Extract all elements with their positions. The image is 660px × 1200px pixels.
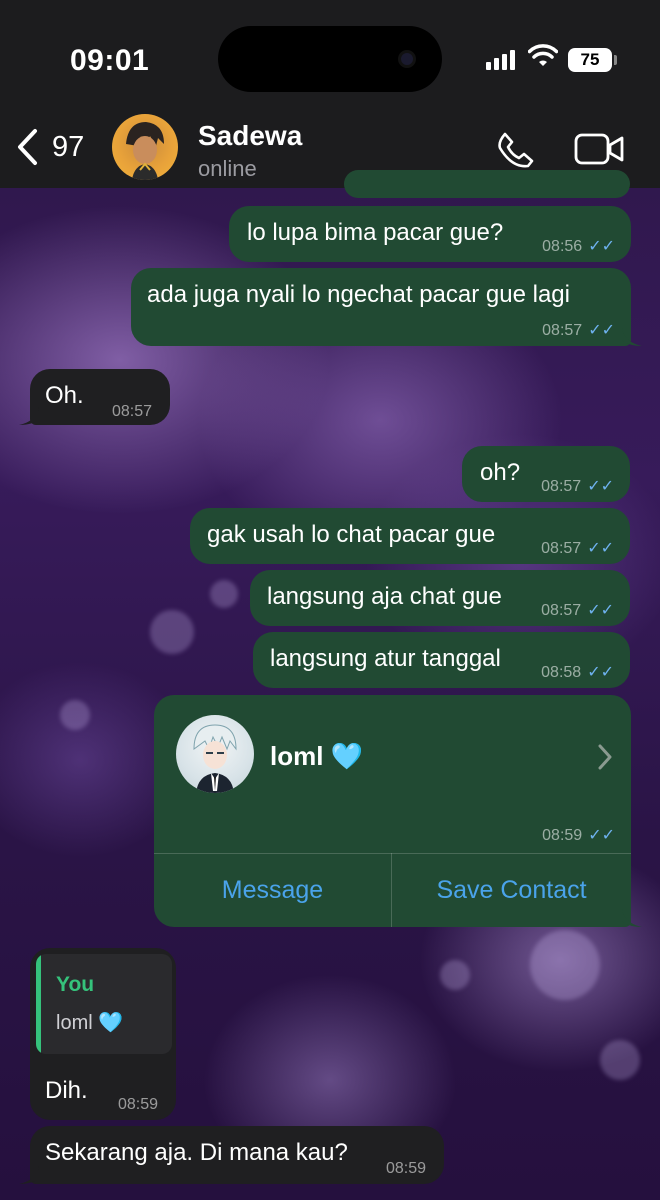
message-bubble[interactable]: gak usah lo chat pacar gue 08:57 ✓✓ xyxy=(190,508,630,564)
message-text: ada juga nyali lo ngechat pacar gue lagi xyxy=(147,281,570,308)
message-meta: 08:57 ✓✓ xyxy=(541,534,614,564)
message-bubble[interactable]: You loml 🩵 Dih. 08:59 xyxy=(30,948,176,1120)
bg-orb xyxy=(210,580,238,608)
camera-icon xyxy=(398,50,416,68)
contact-name[interactable]: Sadewa xyxy=(198,120,302,152)
message-time: 08:59 xyxy=(385,1160,426,1177)
reply-text: loml 🩵 xyxy=(56,1012,124,1034)
message-time: 08:57 xyxy=(541,478,582,495)
battery-tip xyxy=(614,55,617,65)
unread-count: 97 xyxy=(52,130,85,163)
read-ticks-icon: ✓✓ xyxy=(587,664,614,681)
message-meta: 08:59 xyxy=(386,1154,426,1184)
message-bubble[interactable] xyxy=(344,170,630,198)
message-time: 08:57 xyxy=(541,602,582,619)
read-ticks-icon: ✓✓ xyxy=(588,238,615,255)
read-ticks-icon: ✓✓ xyxy=(588,827,615,844)
message-time: 08:58 xyxy=(541,664,582,681)
message-bubble[interactable]: ada juga nyali lo ngechat pacar gue lagi… xyxy=(131,268,631,346)
message-bubble[interactable]: lo lupa bima pacar gue? 08:56 ✓✓ xyxy=(229,206,631,262)
message-text: Dih. xyxy=(45,1077,88,1104)
message-bubble[interactable]: langsung atur tanggal 08:58 ✓✓ xyxy=(253,632,630,688)
reply-accent-bar xyxy=(36,954,41,1054)
message-bubble[interactable]: Oh. 08:57 xyxy=(30,369,170,425)
message-time: 08:57 xyxy=(542,322,583,339)
bg-orb xyxy=(60,700,90,730)
message-text: gak usah lo chat pacar gue xyxy=(207,521,496,548)
message-bubble[interactable]: Sekarang aja. Di mana kau? 08:59 xyxy=(30,1126,444,1184)
message-text: Oh. xyxy=(45,382,84,409)
read-ticks-icon: ✓✓ xyxy=(587,540,614,557)
phone-icon[interactable] xyxy=(496,130,536,170)
bg-orb xyxy=(150,610,194,654)
shared-contact-avatar[interactable] xyxy=(176,715,254,793)
message-meta: 08:58 ✓✓ xyxy=(541,658,614,688)
read-ticks-icon: ✓✓ xyxy=(587,602,614,619)
back-button[interactable]: 97 xyxy=(16,128,84,166)
message-text: oh? xyxy=(480,459,521,486)
message-meta: 08:57 ✓✓ xyxy=(541,472,614,502)
message-meta: 08:56 ✓✓ xyxy=(542,232,615,262)
message-time: 08:56 xyxy=(542,238,583,255)
save-contact-button[interactable]: Save Contact xyxy=(392,853,631,927)
bubble-tail xyxy=(622,328,642,346)
message-bubble[interactable]: oh? 08:57 ✓✓ xyxy=(462,446,630,502)
message-meta: 08:59 ✓✓ xyxy=(542,821,615,851)
shared-contact-name[interactable]: loml 🩵 xyxy=(270,741,363,771)
status-time: 09:01 xyxy=(70,44,150,77)
bg-orb xyxy=(440,960,470,990)
read-ticks-icon: ✓✓ xyxy=(588,322,615,339)
contact-status: online xyxy=(198,156,257,181)
message-meta: 08:57 ✓✓ xyxy=(541,596,614,626)
bg-orb xyxy=(600,1040,640,1080)
contact-avatar[interactable] xyxy=(112,114,178,180)
contact-card: loml 🩵 08:59 ✓✓ Message Save Contact xyxy=(154,695,631,927)
message-text: langsung atur tanggal xyxy=(270,645,501,672)
message-meta: 08:57 ✓✓ xyxy=(542,316,615,346)
chat-screen: 09:01 75 97 Sadewa online lo lupa bima p… xyxy=(0,0,660,1200)
read-ticks-icon: ✓✓ xyxy=(587,478,614,495)
cellular-signal-icon xyxy=(486,50,515,70)
message-time: 08:59 xyxy=(542,827,583,844)
chevron-left-icon xyxy=(18,129,37,165)
message-contact-button[interactable]: Message xyxy=(154,853,391,927)
video-camera-icon[interactable] xyxy=(574,132,626,166)
message-time: 08:59 xyxy=(117,1096,158,1113)
message-bubble[interactable]: langsung aja chat gue 08:57 ✓✓ xyxy=(250,570,630,626)
bg-orb xyxy=(530,930,600,1000)
status-bar: 09:01 75 xyxy=(0,0,660,110)
wifi-icon xyxy=(528,44,558,66)
message-time: 08:57 xyxy=(541,540,582,557)
battery-indicator: 75 xyxy=(568,48,612,72)
bubble-tail xyxy=(19,407,39,425)
avatar-illustration xyxy=(126,122,164,180)
message-meta: 08:59 xyxy=(118,1090,158,1120)
message-text: langsung aja chat gue xyxy=(267,583,502,610)
chevron-right-icon[interactable] xyxy=(597,743,613,771)
dynamic-island xyxy=(218,26,442,92)
bubble-tail xyxy=(19,1166,39,1184)
message-time: 08:57 xyxy=(111,403,152,420)
avatar-illustration xyxy=(193,724,237,793)
bubble-tail xyxy=(622,909,642,927)
reply-sender: You xyxy=(56,973,95,996)
quoted-reply[interactable]: You loml 🩵 xyxy=(36,954,172,1054)
message-meta: 08:57 xyxy=(112,397,152,427)
message-text: lo lupa bima pacar gue? xyxy=(247,219,504,246)
message-text: Sekarang aja. Di mana kau? xyxy=(45,1139,348,1166)
